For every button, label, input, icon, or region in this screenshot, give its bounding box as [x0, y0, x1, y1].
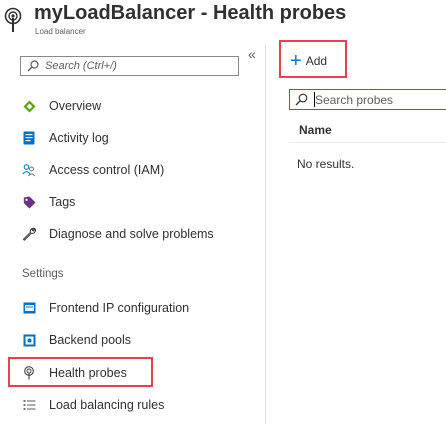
sidebar-item-label: Access control (IAM): [49, 163, 165, 177]
page-title: myLoadBalancer - Health probes: [34, 2, 347, 24]
page-subtitle: Load balancer: [35, 27, 86, 36]
people-icon: [22, 163, 36, 177]
health-probe-icon: [4, 7, 22, 32]
search-icon: [295, 93, 308, 106]
sidebar-item-frontend-ip[interactable]: Frontend IP configuration: [12, 294, 262, 322]
backend-pools-icon: [22, 333, 36, 347]
sidebar-item-diagnose[interactable]: Diagnose and solve problems: [12, 220, 262, 248]
blade-header: myLoadBalancer - Health probes Load bala…: [0, 0, 446, 44]
search-placeholder: Search probes: [315, 93, 394, 107]
column-header-name[interactable]: Name: [299, 123, 332, 137]
section-header-settings: Settings: [22, 268, 64, 280]
probe-search-input[interactable]: Search probes: [289, 89, 446, 110]
sidebar-item-activity-log[interactable]: Activity log: [12, 124, 262, 152]
plus-icon: +: [290, 50, 302, 72]
add-button[interactable]: + Add: [283, 50, 333, 72]
overview-diamond-icon: [22, 99, 36, 113]
search-icon: [27, 60, 39, 72]
search-placeholder: Search (Ctrl+/): [45, 60, 117, 72]
sidebar-item-label: Activity log: [49, 131, 109, 145]
highlight-box-health-probes: [8, 357, 153, 387]
empty-state-text: No results.: [297, 157, 355, 171]
rules-list-icon: [22, 398, 36, 412]
content-pane: + Add Search probes Name No results.: [267, 40, 446, 424]
sidebar-item-label: Overview: [49, 99, 102, 113]
sidebar-item-label: Load balancing rules: [49, 398, 165, 412]
sidebar-item-overview[interactable]: Overview: [12, 92, 262, 120]
sidebar-item-access-control[interactable]: Access control (IAM): [12, 156, 262, 184]
wrench-icon: [22, 227, 36, 241]
activity-log-icon: [22, 131, 36, 145]
sidebar-item-backend-pools[interactable]: Backend pools: [12, 326, 262, 354]
header-divider: [289, 142, 446, 143]
tag-icon: [22, 195, 36, 209]
sidebar-item-load-balancing-rules[interactable]: Load balancing rules: [12, 391, 262, 419]
sidebar-item-label: Backend pools: [49, 333, 132, 347]
add-button-label: Add: [305, 54, 328, 68]
sidebar-item-tags[interactable]: Tags: [12, 188, 262, 216]
sidebar-item-label: Tags: [49, 195, 76, 209]
resource-menu: « Search (Ctrl+/) Overview Activity log …: [0, 44, 266, 424]
sidebar-item-label: Diagnose and solve problems: [49, 227, 214, 241]
menu-search-input[interactable]: Search (Ctrl+/): [20, 56, 239, 76]
sidebar-item-label: Frontend IP configuration: [49, 301, 190, 315]
collapse-menu-button[interactable]: «: [248, 46, 256, 62]
frontend-ip-icon: [22, 301, 36, 315]
